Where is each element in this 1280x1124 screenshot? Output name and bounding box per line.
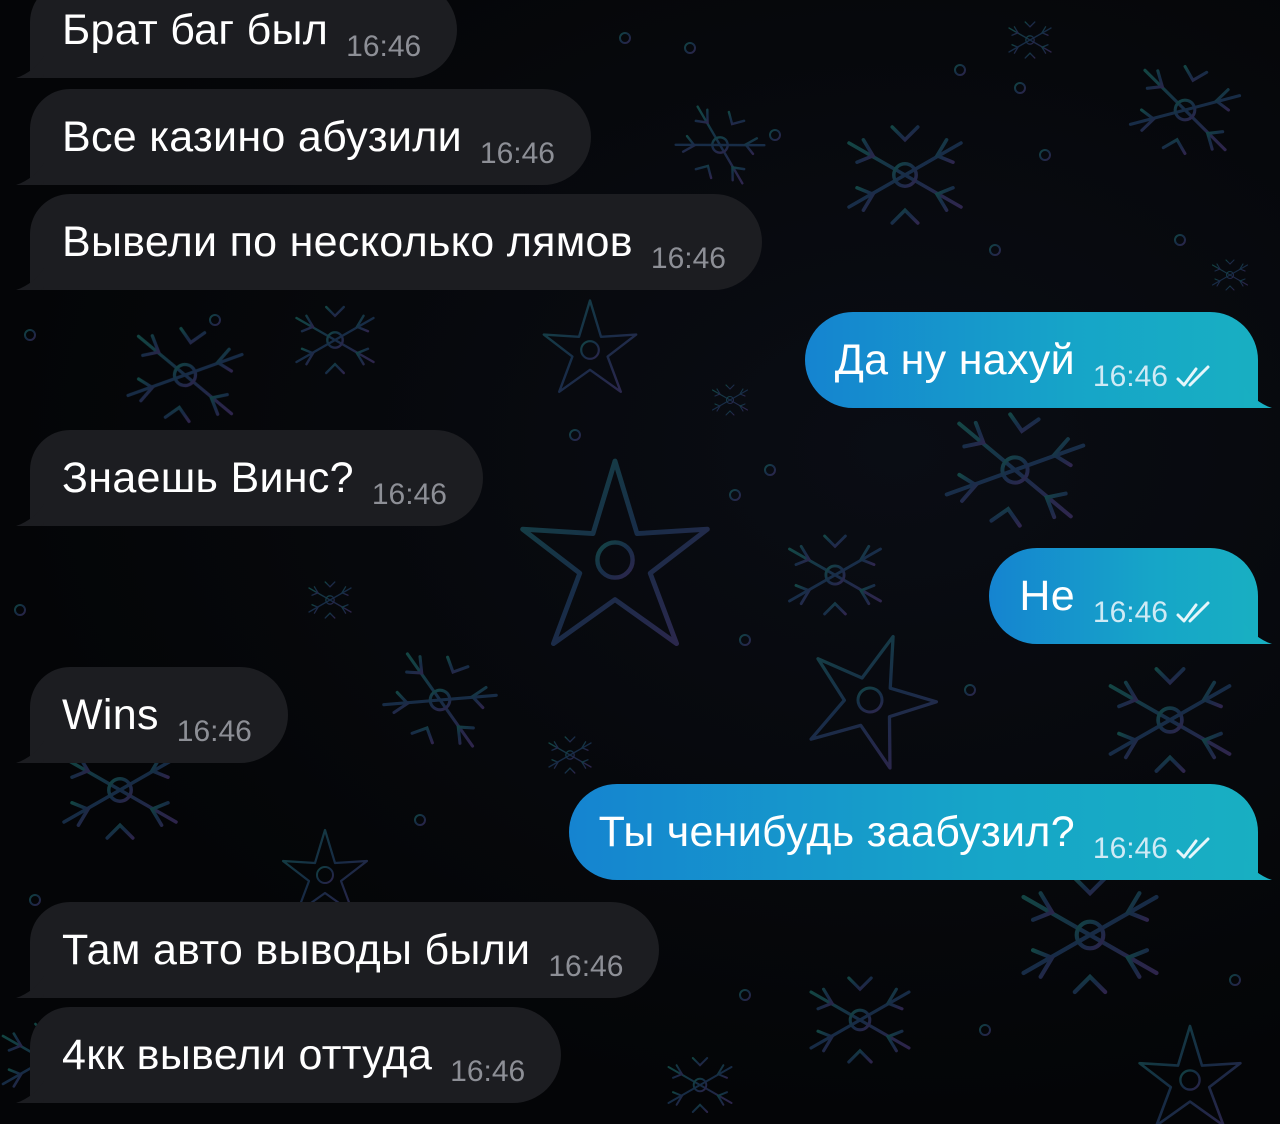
message-meta: 16:46 bbox=[1093, 598, 1214, 628]
message-meta: 16:46 bbox=[372, 480, 447, 510]
incoming-message[interactable]: Знаешь Винс? 16:46 bbox=[30, 430, 483, 526]
message-meta: 16:46 bbox=[651, 244, 726, 274]
outgoing-message[interactable]: Да ну нахуй 16:46 bbox=[804, 312, 1258, 408]
message-meta: 16:46 bbox=[480, 139, 555, 169]
message-text: Там авто выводы были bbox=[62, 926, 531, 974]
message-text: Да ну нахуй bbox=[834, 336, 1075, 384]
message-text: Знаешь Винс? bbox=[62, 454, 354, 502]
double-check-icon bbox=[1176, 601, 1210, 623]
double-check-icon bbox=[1176, 837, 1210, 859]
message-text: Брат баг был bbox=[62, 6, 329, 54]
message-meta: 16:46 bbox=[1093, 834, 1214, 864]
message-meta: 16:46 bbox=[346, 32, 421, 62]
message-meta: 16:46 bbox=[1093, 362, 1214, 392]
incoming-message[interactable]: Вывели по несколько лямов 16:46 bbox=[30, 194, 762, 290]
message-meta: 16:46 bbox=[177, 717, 252, 747]
outgoing-message[interactable]: Не 16:46 bbox=[989, 548, 1258, 644]
message-text: Не bbox=[1019, 572, 1075, 620]
incoming-message[interactable]: Брат баг был 16:46 bbox=[30, 0, 458, 78]
message-time: 16:46 bbox=[1092, 832, 1168, 865]
message-time: 16:46 bbox=[479, 137, 555, 170]
message-meta: 16:46 bbox=[548, 952, 623, 982]
message-text: Ты ченибудь заабузил? bbox=[598, 808, 1075, 856]
incoming-message[interactable]: Все казино абузили 16:46 bbox=[30, 89, 591, 185]
chat-screen: Брат баг был 16:46 Все казино абузили 16… bbox=[0, 0, 1280, 1124]
message-time: 16:46 bbox=[371, 478, 447, 511]
message-text: Все казино абузили bbox=[62, 113, 462, 161]
double-check-icon bbox=[1176, 365, 1210, 387]
message-time: 16:46 bbox=[346, 30, 422, 63]
message-time: 16:46 bbox=[176, 715, 252, 748]
incoming-message[interactable]: Wins 16:46 bbox=[30, 667, 288, 763]
message-text: Вывели по несколько лямов bbox=[62, 218, 633, 266]
message-time: 16:46 bbox=[650, 242, 726, 275]
message-time: 16:46 bbox=[450, 1055, 526, 1088]
message-time: 16:46 bbox=[548, 950, 624, 983]
message-time: 16:46 bbox=[1092, 596, 1168, 629]
incoming-message[interactable]: Там авто выводы были 16:46 bbox=[30, 902, 660, 998]
message-meta: 16:46 bbox=[450, 1057, 525, 1087]
message-text: 4кк вывели оттуда bbox=[62, 1031, 433, 1079]
message-text: Wins bbox=[62, 691, 159, 739]
message-time: 16:46 bbox=[1092, 360, 1168, 393]
incoming-message[interactable]: 4кк вывели оттуда 16:46 bbox=[30, 1007, 562, 1103]
outgoing-message[interactable]: Ты ченибудь заабузил? 16:46 bbox=[568, 784, 1258, 880]
